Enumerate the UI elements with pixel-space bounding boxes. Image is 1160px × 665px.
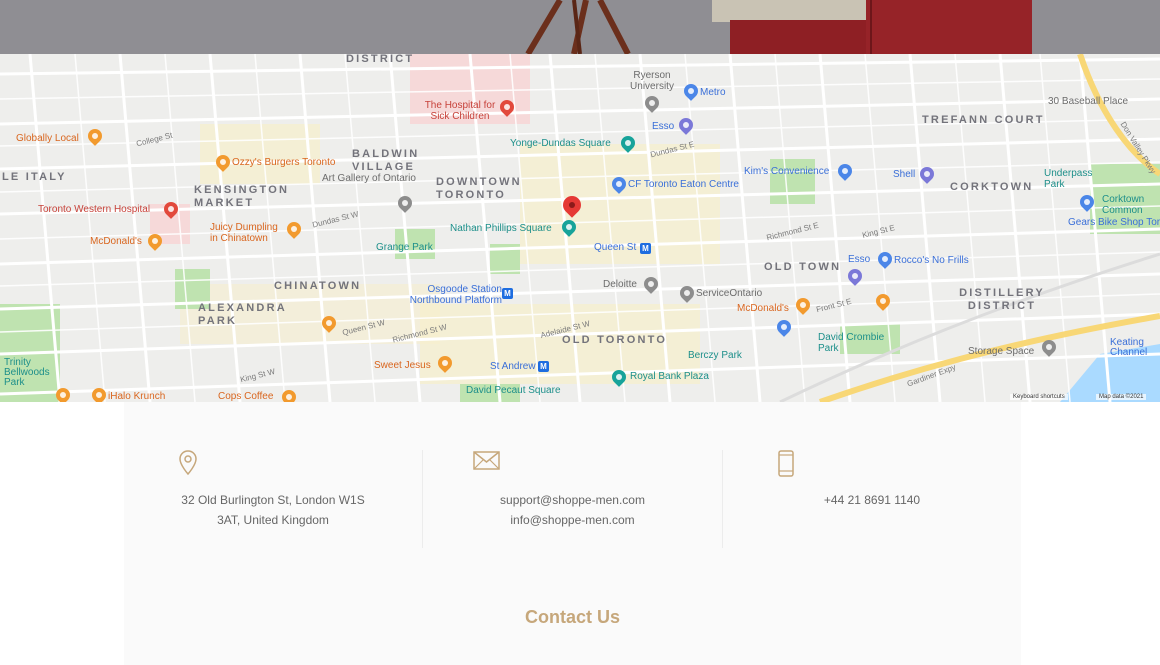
phone-block: +44 21 8691 1140 (723, 450, 1021, 546)
contact-us-heading: Contact Us (524, 607, 620, 627)
place-label[interactable]: Underpass Park (1044, 168, 1104, 190)
district-label: CORKTOWN (950, 181, 1034, 193)
place-label[interactable]: Ozzy's Burgers Toronto (232, 158, 335, 168)
email-block: support@shoppe-men.com info@shoppe-men.c… (423, 450, 722, 546)
address-block: 32 Old Burlington St, London W1S 3AT, Un… (124, 450, 422, 546)
hero-photo (0, 0, 1160, 54)
place-label[interactable]: The Hospital for Sick Children (420, 100, 500, 122)
place-label[interactable]: Toronto Western Hospital (38, 205, 150, 215)
address-line: 32 Old Burlington St, London W1S (181, 493, 365, 507)
district-label: DOWNTOWN TORONTO (436, 176, 522, 201)
place-label[interactable]: Grange Park (376, 243, 433, 253)
page: DISTRICT BALDWIN VILLAGE KENSINGTON MARK… (0, 0, 1160, 665)
place-label[interactable]: Juicy Dumpling in Chinatown (210, 222, 286, 244)
place-label[interactable]: Berczy Park (688, 351, 742, 361)
place-label[interactable]: Royal Bank Plaza (630, 372, 709, 382)
phone-number[interactable]: +44 21 8691 1140 (723, 490, 1021, 510)
contact-info-card: 32 Old Burlington St, London W1S 3AT, Un… (124, 402, 1021, 665)
place-label[interactable]: Nathan Phillips Square (450, 224, 552, 234)
address-line: 3AT, United Kingdom (217, 513, 329, 527)
place-label[interactable]: McDonald's (90, 237, 142, 247)
place-label[interactable]: St Andrew (490, 362, 536, 372)
subway-icon[interactable]: M (640, 243, 651, 254)
place-label[interactable]: Rocco's No Frills (894, 256, 969, 266)
place-label[interactable]: Yonge-Dundas Square (510, 139, 611, 149)
email-address[interactable]: support@shoppe-men.com (423, 490, 722, 510)
place-label[interactable]: 30 Baseball Place (1048, 97, 1128, 107)
location-pin-icon (179, 450, 197, 476)
place-label[interactable]: Osgoode Station Northbound Platform (404, 284, 502, 306)
place-label[interactable]: iHalo Krunch (108, 392, 165, 402)
place-label[interactable]: CF Toronto Eaton Centre (628, 180, 739, 190)
district-label: DISTILLERY DISTRICT (959, 287, 1045, 312)
envelope-icon (473, 451, 500, 470)
subway-icon[interactable]: M (538, 361, 549, 372)
place-label[interactable]: Esso (652, 122, 674, 132)
keyboard-shortcuts-link[interactable]: Keyboard shortcuts (1010, 394, 1068, 400)
district-label: TREFANN COURT (922, 114, 1045, 126)
place-label[interactable]: Shell (893, 170, 915, 180)
mobile-phone-icon (778, 450, 794, 477)
district-label: OLD TORONTO (562, 334, 668, 346)
place-label[interactable]: Corktown Common (1102, 194, 1158, 216)
district-label: KENSINGTON MARKET (194, 184, 290, 209)
place-label[interactable]: ServiceOntario (696, 289, 762, 299)
district-label: BALDWIN VILLAGE (352, 148, 420, 173)
district-label: DISTRICT (346, 54, 415, 65)
place-label[interactable]: McDonald's (737, 304, 789, 314)
place-label[interactable]: Cops Coffee (218, 392, 273, 402)
place-label[interactable]: Deloitte (603, 280, 637, 290)
hero-image-strip (0, 0, 1160, 54)
place-label[interactable]: David Crombie Park (818, 332, 888, 354)
place-label[interactable]: Sweet Jesus (374, 361, 431, 371)
place-label[interactable]: Trinity Bellwoods Park (4, 358, 54, 388)
place-label[interactable]: Art Gallery of Ontario (322, 174, 416, 184)
place-label[interactable]: Ryerson University (626, 70, 678, 92)
email-address[interactable]: info@shoppe-men.com (423, 510, 722, 530)
place-label[interactable]: Gears Bike Shop Toronto (1068, 218, 1160, 228)
place-label[interactable]: Globally Local (16, 134, 79, 144)
place-label[interactable]: Keating Channel (1110, 338, 1156, 358)
place-label[interactable]: Kim's Convenience (744, 167, 829, 177)
district-label: OLD TOWN (764, 261, 842, 273)
place-label[interactable]: Queen St (594, 243, 636, 253)
map[interactable]: DISTRICT BALDWIN VILLAGE KENSINGTON MARK… (0, 54, 1160, 402)
map-data-attribution[interactable]: Map data ©2021 (1096, 394, 1147, 400)
place-label[interactable]: Metro (700, 88, 726, 98)
subway-icon[interactable]: M (502, 288, 513, 299)
place-label[interactable]: David Pecaut Square (466, 386, 561, 396)
place-label[interactable]: Esso (848, 255, 870, 265)
district-label: ALEXANDRA PARK (198, 302, 287, 327)
district-label: LE ITALY (2, 171, 67, 183)
district-label: CHINATOWN (274, 280, 362, 292)
place-label[interactable]: Storage Space (968, 347, 1034, 357)
